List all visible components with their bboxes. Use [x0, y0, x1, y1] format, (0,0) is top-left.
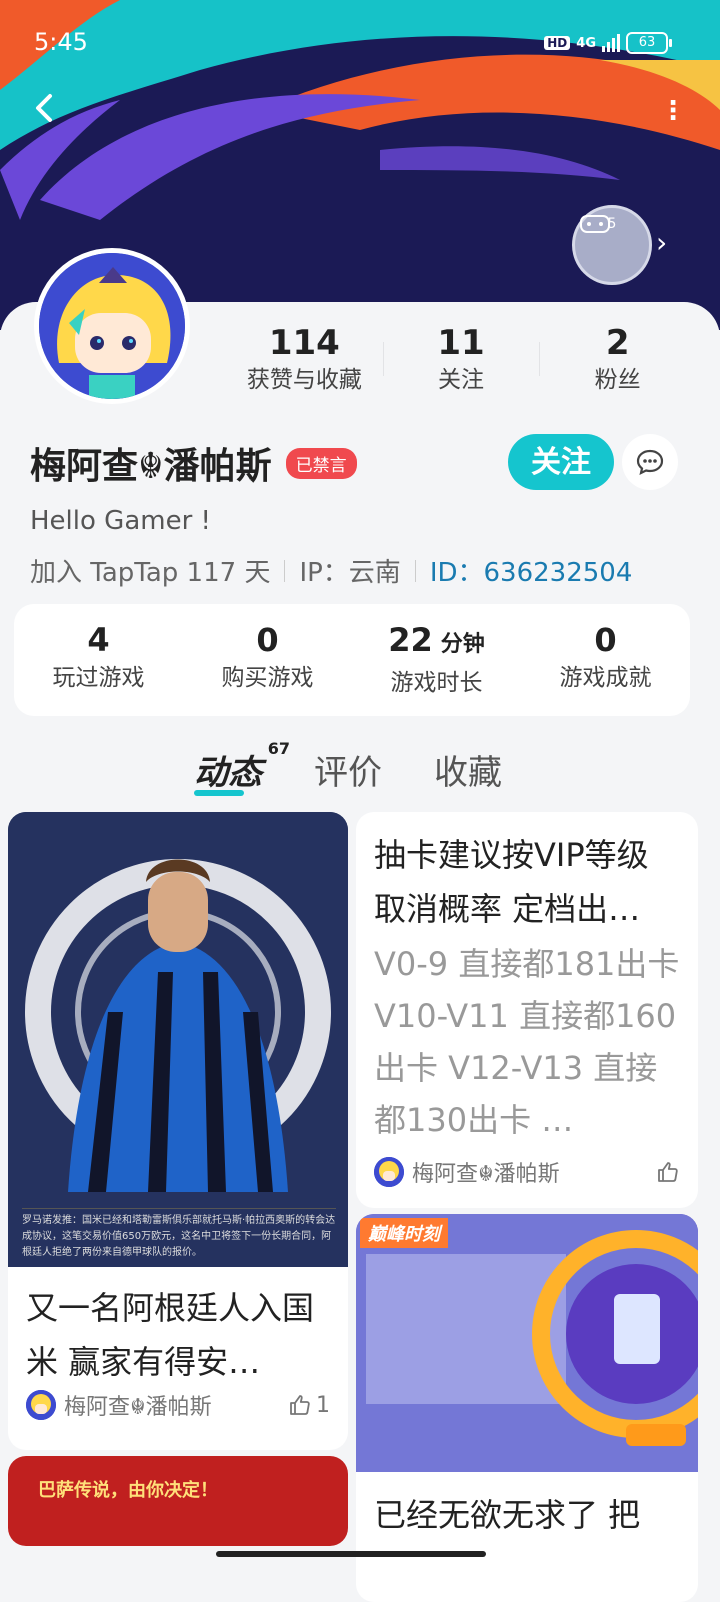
- game-stat-playtime[interactable]: 22 分钟 游戏时长: [352, 604, 521, 716]
- tab-posts[interactable]: 动态 67: [194, 739, 290, 796]
- meta-divider: [284, 559, 286, 582]
- tab-reviews[interactable]: 评价: [314, 745, 382, 794]
- author-avatar: [26, 1390, 56, 1420]
- playtime-unit: 分钟: [440, 632, 485, 657]
- game-stat-purchased[interactable]: 0 购买游戏: [183, 604, 352, 716]
- message-button[interactable]: [622, 434, 678, 490]
- chat-bubble-icon: [636, 449, 664, 476]
- thumbs-up-icon: [658, 1162, 678, 1182]
- playtime-number: 22: [388, 621, 433, 659]
- stat-fans-label: 粉丝: [594, 367, 641, 393]
- stat-following[interactable]: 11 关注: [382, 322, 540, 402]
- ip-info: IP：云南: [299, 558, 401, 588]
- profile-meta: 加入 TapTap 117 天 IP：云南 ID：636232504: [30, 552, 632, 589]
- avatar[interactable]: [34, 248, 190, 404]
- feed-card[interactable]: 罗马诺发推：国米已经和塔勒雷斯俱乐部就托马斯·帕拉西奥斯的转会达成协议，这笔交易…: [8, 812, 348, 1450]
- stat-fans-value: 2: [605, 323, 630, 363]
- follow-button[interactable]: 关注: [508, 434, 614, 490]
- signal-icon: [602, 34, 620, 52]
- tab-favorites[interactable]: 收藏: [434, 745, 502, 794]
- stat-following-value: 11: [437, 323, 485, 363]
- tab-posts-count: 67: [267, 739, 290, 758]
- game-stat-achievements-value: 0: [594, 621, 617, 659]
- bio: Hello Gamer !: [30, 506, 211, 536]
- stat-following-label: 关注: [438, 367, 484, 393]
- post-title: 又一名阿根廷人入国米 赢家有得安…: [26, 1289, 315, 1381]
- post-title: 抽卡建议按VIP等级取消概率 定档出…: [374, 836, 649, 928]
- game-stat-purchased-label: 购买游戏: [221, 665, 314, 691]
- more-options-button[interactable]: ⋮: [660, 96, 686, 126]
- like-count: 1: [316, 1392, 330, 1418]
- back-button[interactable]: [26, 88, 66, 128]
- status-bar: 5:45 HD 4G 63: [0, 22, 720, 62]
- author-name: 梅阿查☬潘帕斯: [412, 1162, 560, 1187]
- post-image: 巴萨传说，由你决定！: [8, 1456, 348, 1546]
- game-stats-panel: 4 玩过游戏 0 购买游戏 22 分钟 游戏时长 0 游戏成就: [14, 604, 690, 716]
- status-icons: HD 4G 63: [544, 32, 672, 54]
- name-row: 梅阿查☬潘帕斯 已禁言: [30, 438, 357, 488]
- home-indicator[interactable]: [216, 1551, 486, 1557]
- post-image-label: 巅峰时刻: [360, 1218, 448, 1248]
- meta-divider: [414, 559, 416, 582]
- author-name: 梅阿查☬潘帕斯: [64, 1395, 212, 1420]
- post-image: 巅峰时刻: [356, 1214, 698, 1472]
- game-stat-achievements-label: 游戏成就: [559, 665, 652, 691]
- post-excerpt: V0-9 直接都181出卡 V10-V11 直接都160出卡 V12-V13 直…: [374, 945, 680, 1139]
- stat-likes[interactable]: 114 获赞与收藏: [226, 322, 383, 402]
- tab-posts-label: 动态: [194, 753, 262, 793]
- banned-badge: 已禁言: [285, 447, 357, 479]
- game-stat-played-value: 4: [87, 621, 110, 659]
- stat-fans[interactable]: 2 粉丝: [539, 322, 696, 402]
- user-id[interactable]: ID：636232504: [430, 552, 633, 589]
- post-image-label: 巴萨传说，由你决定！: [38, 1480, 218, 1501]
- chevron-right-icon[interactable]: ›: [656, 226, 667, 259]
- stat-likes-label: 获赞与收藏: [246, 367, 362, 393]
- battery-icon: 63: [626, 32, 672, 54]
- stat-likes-value: 114: [268, 323, 340, 363]
- feed-card[interactable]: 巅峰时刻 已经无欲无求了 把: [356, 1214, 698, 1602]
- post-author[interactable]: 梅阿查☬潘帕斯: [356, 1146, 698, 1188]
- game-stat-purchased-value: 0: [256, 621, 279, 659]
- game-stat-playtime-value: 22 分钟: [352, 620, 521, 665]
- level-badge[interactable]: 5: [572, 205, 652, 285]
- profile-stats: 114 获赞与收藏 11 关注 2 粉丝: [226, 322, 696, 402]
- post-image-caption: 罗马诺发推：国米已经和塔勒雷斯俱乐部就托马斯·帕拉西奥斯的转会达成协议，这笔交易…: [22, 1208, 336, 1261]
- post-author[interactable]: 梅阿查☬潘帕斯 1: [8, 1389, 348, 1421]
- join-info: 加入 TapTap 117 天: [30, 558, 271, 588]
- username: 梅阿查☬潘帕斯: [30, 446, 272, 487]
- more-vertical-icon: ⋮: [660, 96, 686, 126]
- network-type: 4G: [576, 35, 596, 51]
- game-stat-playtime-label: 游戏时长: [390, 670, 483, 696]
- post-image: 罗马诺发推：国米已经和塔勒雷斯俱乐部就托马斯·帕拉西奥斯的转会达成协议，这笔交易…: [8, 812, 348, 1267]
- feed-card[interactable]: 巴萨传说，由你决定！: [8, 1456, 348, 1546]
- game-stat-played-label: 玩过游戏: [52, 665, 145, 691]
- player-photo: [8, 812, 348, 1267]
- like-button[interactable]: [656, 1160, 680, 1184]
- like-button[interactable]: 1: [288, 1393, 330, 1418]
- game-stat-played[interactable]: 4 玩过游戏: [14, 604, 183, 716]
- back-arrow-icon: [36, 94, 52, 122]
- post-title: 已经无欲无求了 把: [374, 1496, 641, 1534]
- content-tabs: 动态 67 评价 收藏: [194, 739, 554, 796]
- author-avatar: [374, 1157, 404, 1187]
- gamepad-icon: [580, 215, 610, 233]
- status-time: 5:45: [34, 28, 88, 56]
- tab-active-indicator: [194, 790, 244, 796]
- avatar-image: [39, 253, 185, 399]
- game-stat-achievements[interactable]: 0 游戏成就: [521, 604, 690, 716]
- game-screenshot: [356, 1214, 698, 1472]
- hd-icon: HD: [544, 36, 571, 50]
- feed-card[interactable]: 抽卡建议按VIP等级取消概率 定档出… V0-9 直接都181出卡 V10-V1…: [356, 812, 698, 1208]
- thumbs-up-icon: [290, 1395, 310, 1415]
